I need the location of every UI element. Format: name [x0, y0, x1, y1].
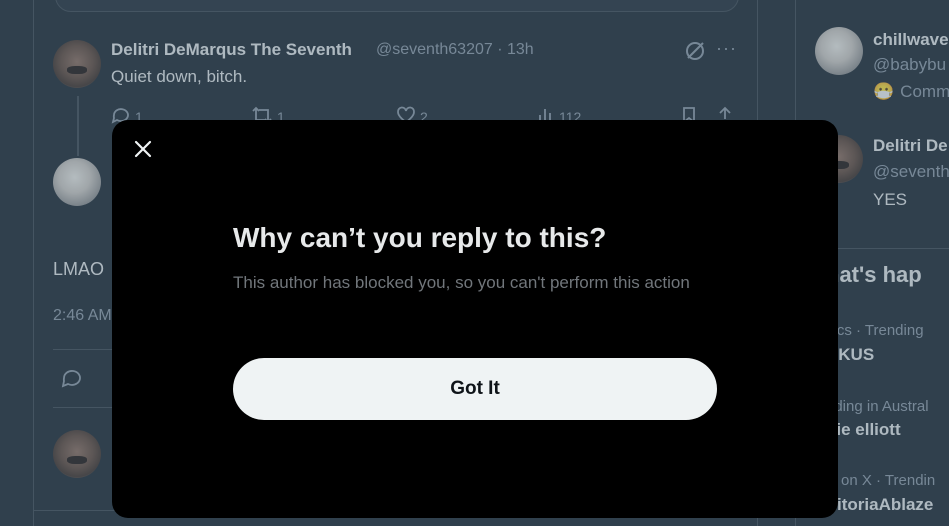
- dialog-title: Why can’t you reply to this?: [233, 222, 607, 253]
- close-button[interactable]: [129, 137, 157, 165]
- close-icon: [134, 140, 152, 163]
- dialog-body: This author has blocked you, so you can'…: [233, 273, 690, 292]
- blocked-reply-dialog: Why can’t you reply to this? This author…: [112, 120, 838, 518]
- got-it-button[interactable]: Got It: [233, 358, 717, 420]
